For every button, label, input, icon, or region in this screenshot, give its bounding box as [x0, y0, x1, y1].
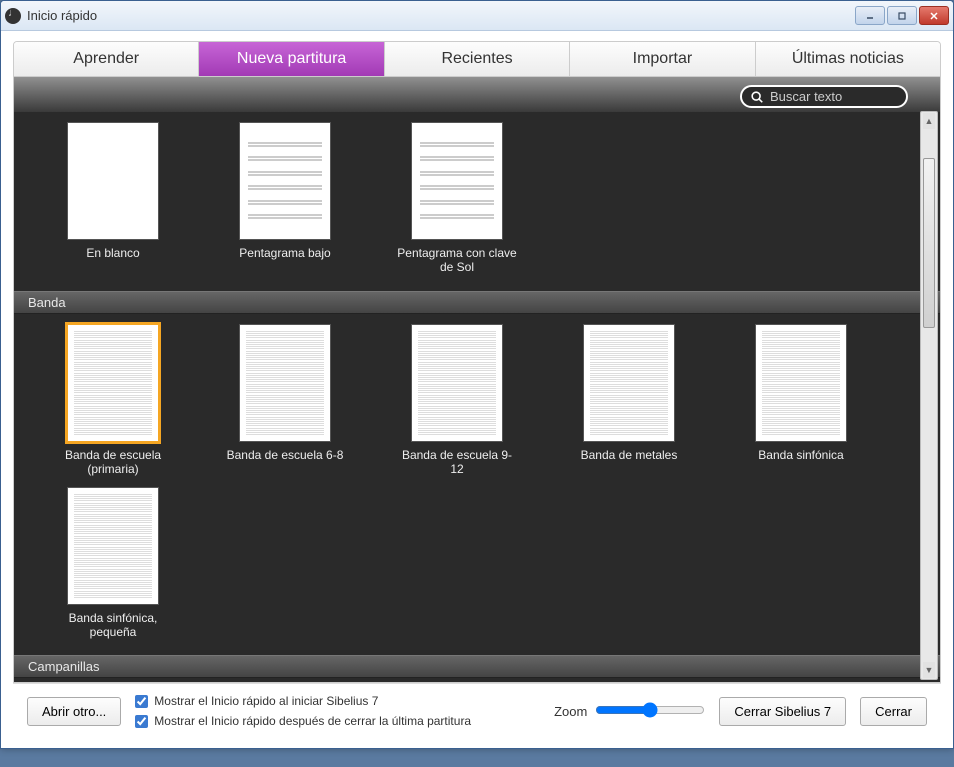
template-browser: En blanco Pentagrama bajo Pentagrama con…: [13, 77, 941, 683]
template-label: Banda sinfónica: [758, 448, 843, 476]
search-input[interactable]: [770, 89, 890, 104]
scroll-up-arrow[interactable]: ▲: [923, 113, 935, 129]
checkbox-show-on-start[interactable]: Mostrar el Inicio rápido al iniciar Sibe…: [135, 694, 540, 708]
titlebar: Inicio rápido: [1, 1, 953, 31]
template-label: Banda de escuela 6-8: [227, 448, 344, 476]
quick-start-window: Inicio rápido Aprender Nueva partitura R…: [0, 0, 954, 749]
tab-nueva-partitura[interactable]: Nueva partitura: [199, 42, 384, 76]
window-buttons: [855, 6, 949, 25]
scroll-down-arrow[interactable]: ▼: [923, 662, 935, 678]
close-window-button[interactable]: [919, 6, 949, 25]
template-banda-escuela-9-12[interactable]: Banda de escuela 9-12: [396, 324, 518, 477]
template-label: Banda de escuela (primaria): [52, 448, 174, 477]
template-label: Banda sinfónica, pequeña: [52, 611, 174, 640]
search-field-wrap[interactable]: [740, 85, 908, 108]
template-label: Pentagrama con clave de Sol: [396, 246, 518, 275]
checkbox-label: Mostrar el Inicio rápido después de cerr…: [154, 714, 471, 728]
tab-bar: Aprender Nueva partitura Recientes Impor…: [13, 41, 941, 77]
thumbnail: [67, 487, 159, 605]
template-banda-escuela-6-8[interactable]: Banda de escuela 6-8: [224, 324, 346, 477]
zoom-control: Zoom: [554, 702, 705, 721]
template-label: En blanco: [86, 246, 139, 274]
grid-no-category: En blanco Pentagrama bajo Pentagrama con…: [14, 112, 940, 291]
checkbox-label: Mostrar el Inicio rápido al iniciar Sibe…: [154, 694, 378, 708]
template-banda-metales[interactable]: Banda de metales: [568, 324, 690, 477]
section-header-banda: Banda: [14, 291, 940, 314]
template-en-blanco[interactable]: En blanco: [52, 122, 174, 275]
tab-ultimas-noticias[interactable]: Últimas noticias: [756, 42, 940, 76]
template-banda-escuela-primaria[interactable]: Banda de escuela (primaria): [52, 324, 174, 477]
scroll-area: En blanco Pentagrama bajo Pentagrama con…: [14, 112, 940, 682]
template-banda-sinfonica-pequena[interactable]: Banda sinfónica, pequeña: [52, 487, 174, 640]
checkbox-show-after-close[interactable]: Mostrar el Inicio rápido después de cerr…: [135, 714, 540, 728]
zoom-label: Zoom: [554, 704, 587, 719]
tab-recientes[interactable]: Recientes: [385, 42, 570, 76]
template-label: Pentagrama bajo: [239, 246, 330, 274]
thumbnail: [239, 324, 331, 442]
maximize-button[interactable]: [887, 6, 917, 25]
startup-options: Mostrar el Inicio rápido al iniciar Sibe…: [135, 694, 540, 728]
thumbnail: [755, 324, 847, 442]
close-sibelius-button[interactable]: Cerrar Sibelius 7: [719, 697, 846, 726]
open-other-button[interactable]: Abrir otro...: [27, 697, 121, 726]
checkbox-show-on-start-input[interactable]: [135, 695, 148, 708]
app-icon: [5, 8, 21, 24]
thumbnail: [67, 122, 159, 240]
footer-bar: Abrir otro... Mostrar el Inicio rápido a…: [13, 683, 941, 738]
thumbnail: [411, 122, 503, 240]
tab-aprender[interactable]: Aprender: [14, 42, 199, 76]
template-pentagrama-clave-sol[interactable]: Pentagrama con clave de Sol: [396, 122, 518, 275]
window-title: Inicio rápido: [27, 8, 855, 23]
grid-banda: Banda de escuela (primaria) Banda de esc…: [14, 314, 940, 656]
section-header-campanillas: Campanillas: [14, 655, 940, 678]
template-label: Banda de escuela 9-12: [396, 448, 518, 477]
vertical-scrollbar[interactable]: ▲ ▼: [920, 111, 938, 680]
zoom-slider-input[interactable]: [595, 702, 705, 718]
thumbnail: [67, 324, 159, 442]
search-icon: [750, 90, 764, 104]
thumbnail: [583, 324, 675, 442]
thumbnail: [239, 122, 331, 240]
template-pentagrama-bajo[interactable]: Pentagrama bajo: [224, 122, 346, 275]
scrollbar-thumb[interactable]: [923, 158, 935, 328]
minimize-button[interactable]: [855, 6, 885, 25]
checkbox-show-after-close-input[interactable]: [135, 715, 148, 728]
close-button[interactable]: Cerrar: [860, 697, 927, 726]
thumbnail: [411, 324, 503, 442]
content-area: Aprender Nueva partitura Recientes Impor…: [1, 31, 953, 748]
template-banda-sinfonica[interactable]: Banda sinfónica: [740, 324, 862, 477]
zoom-slider[interactable]: [595, 702, 705, 721]
template-label: Banda de metales: [581, 448, 678, 476]
tab-importar[interactable]: Importar: [570, 42, 755, 76]
browser-toolbar: [14, 77, 940, 112]
